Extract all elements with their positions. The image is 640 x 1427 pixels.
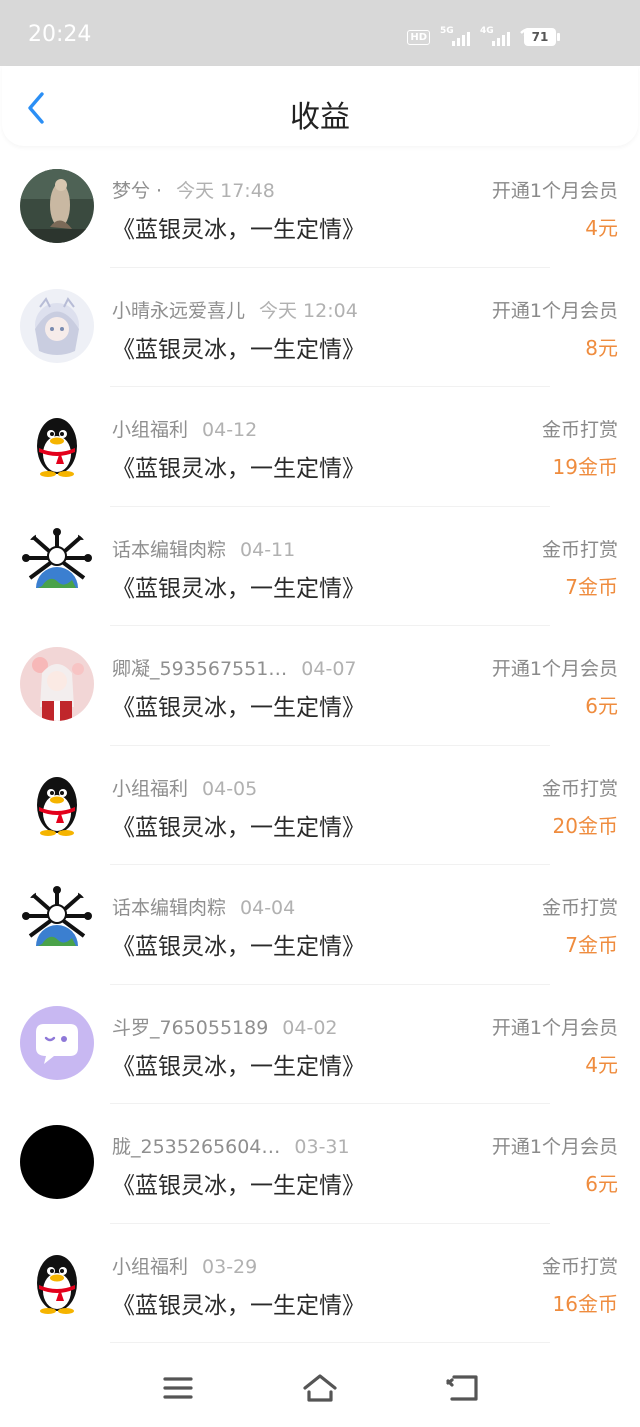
anime-girl-avatar[interactable]	[20, 647, 94, 721]
earning-type: 开通1个月会员	[491, 658, 618, 680]
earning-type: 金币打赏	[541, 777, 618, 800]
signal-4g-icon: 4G	[480, 26, 510, 46]
earning-amount: 7金币	[565, 933, 618, 957]
earning-row[interactable]: 话本编辑肉粽 04-11 《蓝银灵冰，一生定情》 金币打赏 7金币	[0, 507, 640, 627]
earnings-list: 梦兮 · 今天 17:48 《蓝银灵冰，一生定情》 开通1个月会员 4元 小晴永远爱喜儿今…	[0, 148, 640, 1343]
earning-row[interactable]: 小组福利 03-29 《蓝银灵冰，一生定情》 金币打赏 16金币	[0, 1224, 640, 1344]
user-name[interactable]: 小组福利	[112, 774, 188, 801]
photo-avatar[interactable]	[20, 169, 94, 243]
record-meta: 小晴永远爱喜儿 今天 12:04	[112, 296, 358, 323]
record-meta: 卿凝_593567551… 04-07	[112, 654, 357, 681]
record-time: 03-29	[202, 1255, 258, 1278]
user-name[interactable]: 斗罗_765055189	[112, 1013, 268, 1040]
user-name[interactable]: 话本编辑肉粽	[112, 893, 226, 920]
battery-tip	[557, 33, 560, 41]
earning-row[interactable]: 斗罗_765055189 04-02 《蓝银灵冰，一生定情》 开通1个月会员 4元	[0, 985, 640, 1105]
record-time: 04-11	[240, 538, 296, 561]
black-avatar[interactable]	[20, 1125, 94, 1199]
back-nav-button[interactable]	[442, 1371, 482, 1405]
record-meta: 胧_2535265604… 03-31	[112, 1132, 350, 1159]
book-title: 《蓝银灵冰，一生定情》	[112, 934, 365, 960]
earning-type: 开通1个月会员	[491, 299, 618, 322]
signal-5g-icon: 5G	[440, 26, 470, 46]
earning-type: 开通1个月会员	[491, 1016, 618, 1039]
system-nav-bar	[0, 1345, 640, 1427]
back-arrow-icon	[446, 1375, 478, 1401]
record-meta: 话本编辑肉粽 04-04	[112, 893, 295, 920]
earning-row[interactable]: 胧_2535265604… 03-31 《蓝银灵冰，一生定情》 开通1个月会员 6元	[0, 1104, 640, 1224]
record-meta: 小组福利 04-12	[112, 415, 257, 442]
hd-icon: HD	[407, 30, 430, 45]
user-name[interactable]: 卿凝_593567551…	[112, 654, 287, 681]
record-time: 03-31	[294, 1136, 350, 1158]
page-title: 收益	[290, 100, 350, 135]
record-time: 04-05	[202, 777, 258, 800]
earning-amount: 16金币	[552, 1291, 618, 1316]
earning-type: 金币打赏	[541, 897, 618, 919]
record-meta: 话本编辑肉粽 04-11	[112, 535, 295, 562]
earning-type: 金币打赏	[541, 419, 618, 441]
user-name[interactable]: 梦兮 ·	[112, 176, 162, 203]
record-meta: 梦兮 · 今天 17:48	[112, 176, 275, 203]
home-icon	[303, 1374, 337, 1402]
earning-row[interactable]: 话本编辑肉粽 04-04 《蓝银灵冰，一生定情》 金币打赏 7金币	[0, 865, 640, 985]
book-title: 《蓝银灵冰，一生定情》	[112, 575, 365, 602]
record-meta: 斗罗_765055189 04-02	[112, 1013, 338, 1040]
record-meta: 小组福利 04-05	[112, 774, 257, 801]
earning-type: 金币打赏	[541, 538, 618, 561]
earning-row[interactable]: 小晴永远爱喜儿 今天 12:04 《蓝银灵冰，一生定情》 开通1个月会员 8元	[0, 268, 640, 388]
book-title: 《蓝银灵冰，一生定情》	[112, 1173, 365, 1199]
user-name[interactable]: 小组福利	[112, 415, 188, 442]
home-button[interactable]	[300, 1371, 340, 1405]
menu-icon	[163, 1377, 193, 1399]
globe-avatar[interactable]	[20, 886, 94, 960]
earning-amount: 6元	[585, 694, 618, 718]
user-name[interactable]: 胧_2535265604…	[112, 1132, 280, 1159]
book-title: 《蓝银灵冰，一生定情》	[112, 695, 365, 721]
record-time: 04-12	[202, 419, 258, 441]
penguin-avatar[interactable]	[20, 1244, 94, 1319]
earning-amount: 20金币	[552, 813, 618, 838]
earning-row[interactable]: 梦兮 · 今天 17:48 《蓝银灵冰，一生定情》 开通1个月会员 4元	[0, 148, 640, 268]
book-title: 《蓝银灵冰，一生定情》	[112, 217, 365, 243]
book-title: 《蓝银灵冰，一生定情》	[112, 1292, 365, 1319]
earning-amount: 8元	[585, 335, 618, 360]
book-title: 《蓝银灵冰，一生定情》	[112, 814, 365, 841]
record-time: 今天 12:04	[259, 299, 358, 322]
header: 收益	[2, 66, 638, 146]
record-time: 04-02	[282, 1016, 338, 1039]
record-time: 04-04	[240, 897, 296, 919]
penguin-avatar[interactable]	[20, 766, 94, 841]
globe-avatar[interactable]	[20, 527, 94, 602]
earning-amount: 19金币	[552, 455, 618, 479]
book-title: 《蓝银灵冰，一生定情》	[112, 456, 365, 482]
earning-amount: 4元	[585, 1052, 618, 1077]
book-title: 《蓝银灵冰，一生定情》	[112, 1053, 365, 1080]
earning-amount: 4元	[585, 216, 618, 240]
earning-type: 开通1个月会员	[491, 1136, 618, 1158]
earning-row[interactable]: 小组福利 04-12 《蓝银灵冰，一生定情》 金币打赏 19金币	[0, 387, 640, 507]
earning-type: 金币打赏	[541, 1255, 618, 1278]
user-name[interactable]: 小组福利	[112, 1252, 188, 1279]
earning-amount: 7金币	[565, 574, 618, 599]
earning-row[interactable]: 小组福利 04-05 《蓝银灵冰，一生定情》 金币打赏 20金币	[0, 746, 640, 866]
status-bar: 20:24 HD 5G 4G 71	[0, 0, 640, 66]
user-name[interactable]: 话本编辑肉粽	[112, 535, 226, 562]
earning-row[interactable]: 卿凝_593567551… 04-07 《蓝银灵冰，一生定情》 开通1个月会员 6元	[0, 626, 640, 746]
menu-button[interactable]	[158, 1371, 198, 1405]
earning-amount: 6元	[585, 1172, 618, 1196]
status-time: 20:24	[28, 22, 92, 47]
record-time: 04-07	[301, 658, 357, 680]
status-icons: HD 5G 4G	[407, 26, 542, 47]
user-name[interactable]: 小晴永远爱喜儿	[112, 296, 245, 323]
anime-avatar[interactable]	[20, 288, 94, 363]
earning-type: 开通1个月会员	[491, 180, 618, 202]
battery-icon: 71	[524, 28, 556, 46]
record-time: 今天 17:48	[176, 180, 275, 202]
book-title: 《蓝银灵冰，一生定情》	[112, 336, 365, 363]
penguin-avatar[interactable]	[20, 408, 94, 482]
record-meta: 小组福利 03-29	[112, 1252, 257, 1279]
chat-bubble-avatar[interactable]	[20, 1005, 94, 1080]
